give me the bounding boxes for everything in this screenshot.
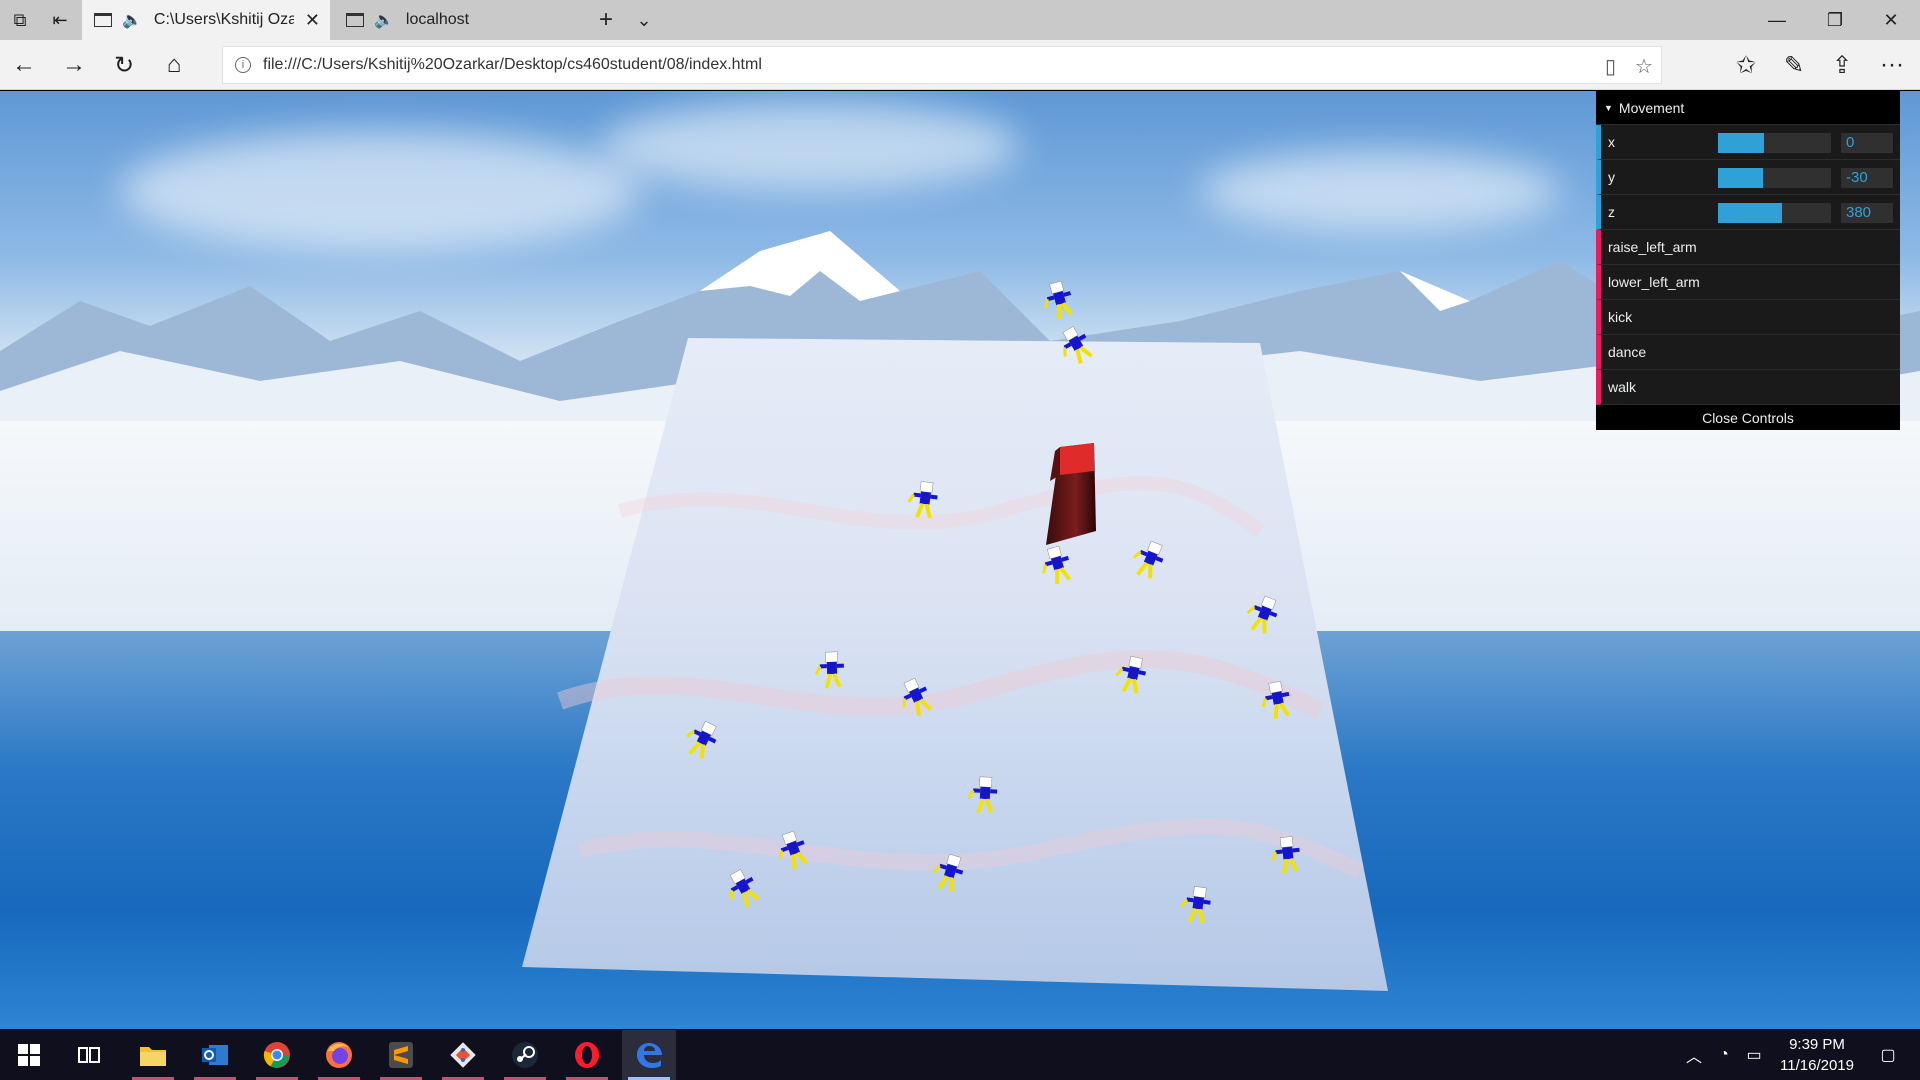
sublime-text-icon[interactable] xyxy=(374,1030,428,1080)
close-controls-button[interactable]: Close Controls xyxy=(1596,405,1900,430)
function-label: kick xyxy=(1608,309,1633,325)
share-icon[interactable]: ⇪ xyxy=(1822,45,1862,85)
pen-icon[interactable]: ✎ xyxy=(1774,45,1814,85)
z-value-input[interactable]: 380 xyxy=(1841,203,1893,223)
slider-row-z: z 380 xyxy=(1596,195,1900,230)
slider-row-x: x 0 xyxy=(1596,125,1900,160)
speaker-icon[interactable]: 🔈 xyxy=(122,10,142,30)
windows-taskbar: ︿ ◔ ▭ 9:39 PM 11/16/2019 ▢ xyxy=(0,1030,1920,1080)
clock-time: 9:39 PM xyxy=(1789,1036,1845,1053)
snow-plane-surface xyxy=(522,338,1388,991)
task-view-icon[interactable] xyxy=(62,1030,116,1080)
favorites-hub-icon[interactable]: ✩ xyxy=(1726,45,1766,85)
function-label: dance xyxy=(1608,344,1647,360)
taskbar-clock[interactable]: 9:39 PM 11/16/2019 xyxy=(1762,1034,1872,1076)
favorite-star-icon[interactable]: ☆ xyxy=(1635,54,1653,79)
tab-index-html[interactable]: 🔈 C:\Users\Kshitij Oza ✕ xyxy=(82,0,330,40)
show-hidden-icons-chevron-icon[interactable]: ︿ xyxy=(1680,1030,1708,1080)
edge-icon[interactable] xyxy=(622,1030,676,1080)
tab-title: localhost xyxy=(405,11,470,28)
robot-figure xyxy=(1044,280,1073,319)
y-value-input[interactable]: -30 xyxy=(1841,168,1893,188)
url-text[interactable]: file:///C:/Users/Kshitij%20Ozarkar/Deskt… xyxy=(263,56,762,74)
function-label: raise_left_arm xyxy=(1608,239,1697,255)
x-slider[interactable] xyxy=(1718,133,1831,153)
slider-row-y: y -30 xyxy=(1596,160,1900,195)
address-bar[interactable]: i file:///C:/Users/Kshitij%20Ozarkar/Des… xyxy=(222,46,1662,84)
tab-list-chevron-icon[interactable]: ⌄ xyxy=(626,0,662,40)
tabs-aside-icon[interactable]: ⇤ xyxy=(40,0,80,40)
chrome-icon[interactable] xyxy=(250,1030,304,1080)
slider-label: z xyxy=(1608,204,1615,220)
new-tab-button[interactable]: + xyxy=(586,0,626,40)
walk-button[interactable]: walk xyxy=(1596,370,1900,405)
dance-button[interactable]: dance xyxy=(1596,335,1900,370)
z-slider[interactable] xyxy=(1718,203,1831,223)
wifi-icon[interactable]: ◔ xyxy=(1710,1030,1738,1080)
page-icon xyxy=(346,13,364,27)
minimize-button[interactable]: — xyxy=(1748,0,1806,40)
kick-button[interactable]: kick xyxy=(1596,300,1900,335)
tab-localhost[interactable]: 🔈 localhost xyxy=(334,0,582,40)
folder-label: Movement xyxy=(1618,99,1685,116)
lower-left-arm-button[interactable]: lower_left_arm xyxy=(1596,265,1900,300)
movement-folder-title[interactable]: ▼ Movement xyxy=(1596,91,1900,125)
slider-fill xyxy=(1718,203,1783,223)
slider-label: y xyxy=(1608,169,1615,185)
function-label: lower_left_arm xyxy=(1608,274,1700,290)
browser-tab-bar: ⧉ ⇤ 🔈 C:\Users\Kshitij Oza ✕ 🔈 localhost… xyxy=(0,0,1920,40)
refresh-button[interactable]: ↻ xyxy=(104,45,144,85)
slider-fill xyxy=(1718,133,1765,153)
clock-date: 11/16/2019 xyxy=(1780,1057,1854,1074)
x-value-input[interactable]: 0 xyxy=(1841,133,1893,153)
git-icon[interactable] xyxy=(436,1030,490,1080)
close-tab-icon[interactable]: ✕ xyxy=(305,10,320,31)
back-button[interactable]: ← xyxy=(4,45,44,85)
action-center-icon[interactable]: ▢ xyxy=(1866,1030,1910,1080)
start-windows-icon[interactable] xyxy=(2,1030,56,1080)
site-info-icon[interactable]: i xyxy=(235,57,251,73)
more-icon[interactable]: ··· xyxy=(1872,45,1912,85)
forward-button[interactable]: → xyxy=(54,45,94,85)
slider-fill xyxy=(1718,168,1764,188)
reading-view-icon[interactable]: ▯ xyxy=(1605,54,1616,79)
function-label: walk xyxy=(1608,379,1637,395)
page-icon xyxy=(94,13,112,27)
close-window-button[interactable]: ✕ xyxy=(1862,0,1920,40)
tab-sets-icon[interactable]: ⧉ xyxy=(0,0,40,40)
opera-icon[interactable] xyxy=(560,1030,614,1080)
speaker-icon[interactable]: 🔈 xyxy=(374,10,394,30)
outlook-icon[interactable] xyxy=(188,1030,242,1080)
caret-down-icon: ▼ xyxy=(1604,102,1613,113)
steam-icon[interactable] xyxy=(498,1030,552,1080)
file-explorer-icon[interactable] xyxy=(126,1030,180,1080)
raise-left-arm-button[interactable]: raise_left_arm xyxy=(1596,230,1900,265)
y-slider[interactable] xyxy=(1718,168,1831,188)
firefox-icon[interactable] xyxy=(312,1030,366,1080)
browser-toolbar: ← → ↻ ⌂ i file:///C:/Users/Kshitij%20Oza… xyxy=(0,40,1920,90)
tab-title: C:\Users\Kshitij Oza xyxy=(153,11,294,28)
controls-panel: ▼ Movement x 0 y -30 z 380 raise_left_ar… xyxy=(1596,91,1900,430)
slider-label: x xyxy=(1608,134,1615,150)
restore-button[interactable]: ❐ xyxy=(1806,0,1864,40)
home-button[interactable]: ⌂ xyxy=(154,45,194,85)
